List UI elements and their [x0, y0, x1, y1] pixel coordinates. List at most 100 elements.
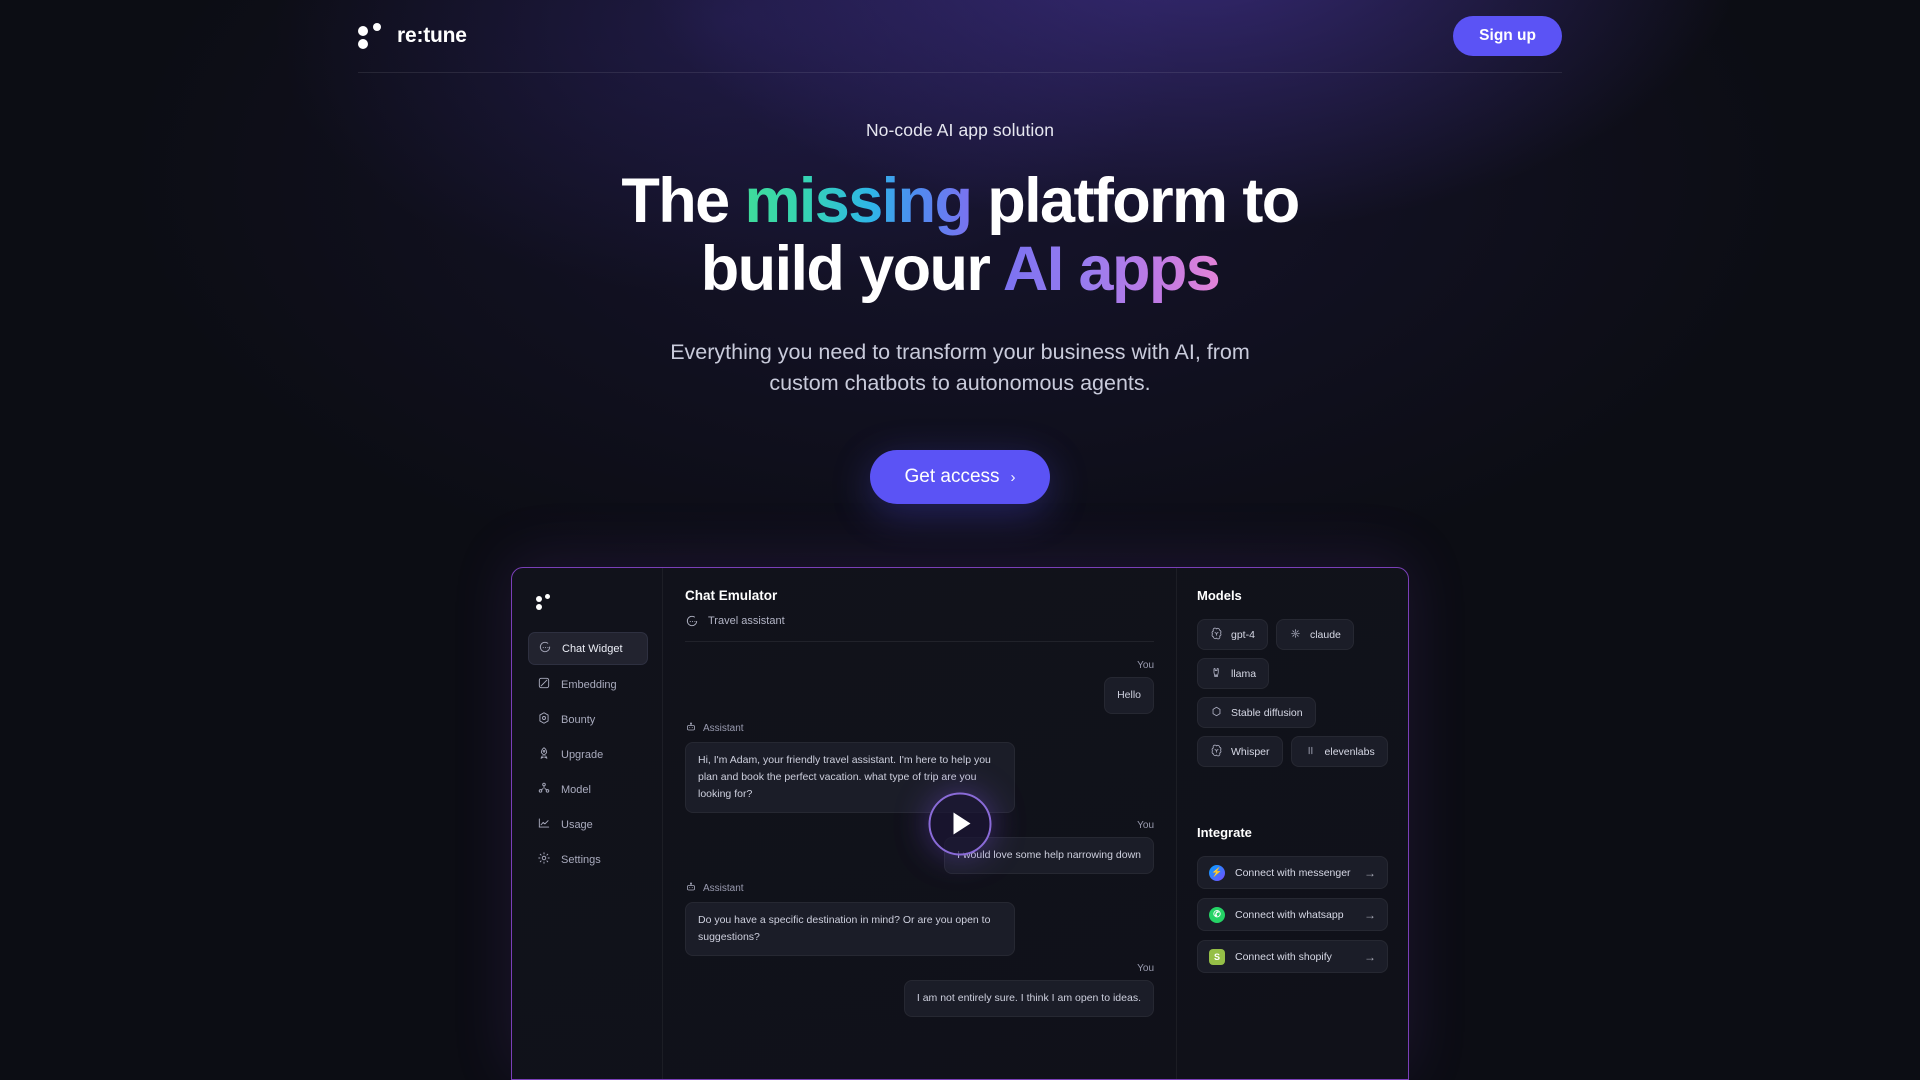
embedding-icon	[537, 676, 551, 693]
messenger-icon: ⚡	[1209, 864, 1225, 881]
hero-section: No-code AI app solution The missing plat…	[0, 120, 1920, 505]
bounty-icon	[537, 711, 551, 728]
robot-icon	[685, 881, 697, 896]
integrate-row-whatsapp[interactable]: ✆ Connect with whatsapp →	[1197, 898, 1388, 931]
hero-eyebrow: No-code AI app solution	[865, 120, 1055, 140]
shopify-icon: S	[1209, 948, 1225, 965]
chevron-right-icon: ›	[1010, 468, 1016, 486]
brand-name: re:tune	[397, 24, 467, 47]
sidebar-item-settings[interactable]: Settings	[528, 844, 648, 875]
sidebar-item-upgrade[interactable]: Upgrade	[528, 739, 648, 770]
integrate-section: Integrate ⚡ Connect with messenger → ✆ Conne…	[1197, 825, 1388, 973]
chat-message-author: Assistant	[685, 721, 1154, 736]
integrate-row-label: Connect with messenger	[1235, 866, 1351, 879]
integrate-title: Integrate	[1197, 825, 1252, 840]
chat-message-author-name: Assistant	[703, 883, 744, 894]
headline-part-2: platform to	[971, 166, 1300, 236]
cta-row: Get access ›	[0, 450, 1920, 505]
rocket-icon	[537, 746, 551, 763]
models-list: gpt-4 claude llama Stable diffusion Whisper e…	[1197, 619, 1388, 767]
chart-line-icon	[537, 816, 551, 833]
retune-dots-logo-icon	[536, 594, 552, 610]
claude-burst-icon	[1289, 627, 1302, 643]
arrow-right-icon: →	[1364, 907, 1376, 922]
get-access-label: Get access	[904, 466, 1000, 488]
chat-message-author: You	[685, 660, 1154, 671]
integrate-list: ⚡ Connect with messenger → ✆ Connect with wh…	[1197, 856, 1388, 973]
model-nodes-icon	[537, 781, 551, 798]
integrate-row-messenger[interactable]: ⚡ Connect with messenger →	[1197, 856, 1388, 889]
chat-emulator-title: Chat Emulator	[685, 588, 778, 603]
preview-sidebar: Chat Widget Embedding Bounty Upgrade Model Us…	[512, 568, 662, 1079]
chat-bubble-icon	[686, 615, 698, 627]
headline-part-1: The	[621, 166, 745, 236]
gear-icon	[537, 851, 551, 868]
sidebar-item-chat-widget[interactable]: Chat Widget	[528, 632, 648, 665]
whatsapp-icon: ✆	[1209, 906, 1225, 923]
llama-icon	[1210, 666, 1223, 682]
hero-subhead: Everything you need to transform your bu…	[0, 337, 1920, 398]
model-chip-label: Whisper	[1231, 745, 1270, 758]
model-chip-llama[interactable]: llama	[1197, 658, 1270, 689]
chat-bubble-icon	[538, 640, 552, 657]
headline-gradient-ai-apps: AI apps	[1002, 234, 1221, 305]
page-title: The missing platform to build your AI ap…	[0, 167, 1920, 303]
chat-message: You I would love some help narrowing down	[685, 820, 1154, 874]
model-chip-whisper[interactable]: Whisper	[1197, 736, 1283, 767]
model-chip-gpt-4[interactable]: gpt-4	[1197, 619, 1268, 650]
hero-subhead-line-1: Everything you need to transform your bu…	[670, 340, 1250, 365]
openai-icon	[1210, 744, 1223, 760]
chat-assistant-name: Travel assistant	[708, 615, 785, 627]
sidebar-item-label: Settings	[561, 853, 601, 866]
preview-right-rail: Models gpt-4 claude llama Stable diffusion W…	[1176, 568, 1408, 1079]
chat-message-bubble: Hello	[1104, 677, 1154, 714]
model-chip-label: elevenlabs	[1324, 745, 1375, 758]
app-preview-card: Chat Widget Embedding Bounty Upgrade Model Us…	[511, 567, 1409, 1080]
sign-up-button[interactable]: Sign up	[1453, 16, 1562, 56]
chat-message-author: You	[685, 820, 1154, 831]
chat-message-author: You	[685, 963, 1154, 974]
elevenlabs-bars-icon	[1304, 744, 1317, 760]
chat-message: You Hello	[685, 660, 1154, 714]
integrate-row-shopify[interactable]: S Connect with shopify →	[1197, 940, 1388, 973]
model-chip-label: claude	[1309, 628, 1341, 641]
hero-subhead-line-2: custom chatbots to autonomous agents.	[769, 370, 1151, 395]
sidebar-item-label: Usage	[561, 818, 593, 831]
chat-message-list: You Hello Assistant Hi, I'm Adam, your frie…	[685, 642, 1154, 1017]
arrow-right-icon: →	[1364, 949, 1376, 964]
stable-diffusion-icon	[1210, 705, 1223, 721]
play-video-button[interactable]	[928, 792, 992, 855]
model-chip-label: gpt-4	[1231, 628, 1255, 641]
integrate-row-label: Connect with shopify	[1235, 950, 1332, 963]
get-access-button[interactable]: Get access ›	[870, 450, 1050, 505]
chat-message: You I am not entirely sure. I think I am …	[685, 963, 1154, 1017]
sidebar-item-bounty[interactable]: Bounty	[528, 704, 648, 735]
model-chip-label: llama	[1231, 667, 1257, 680]
chat-message-author-name: You	[1137, 820, 1154, 831]
chat-message-bubble: I am not entirely sure. I think I am ope…	[903, 980, 1154, 1017]
model-chip-elevenlabs[interactable]: elevenlabs	[1290, 736, 1388, 767]
integrate-row-label: Connect with whatsapp	[1235, 908, 1344, 921]
chat-assistant-header: Travel assistant	[685, 614, 1154, 642]
play-icon	[953, 812, 971, 835]
sidebar-item-usage[interactable]: Usage	[528, 809, 648, 840]
headline-part-3: build your	[700, 234, 1003, 305]
chat-message-author-name: You	[1137, 963, 1154, 974]
robot-icon	[685, 721, 697, 736]
sidebar-item-label: Upgrade	[561, 748, 604, 761]
sidebar-item-label: Bounty	[561, 713, 596, 726]
chat-message: Assistant Do you have a specific destinat…	[685, 881, 1154, 956]
chat-emulator-panel: Chat Emulator Travel assistant You Hello A…	[662, 568, 1176, 1079]
chat-message-author-name: Assistant	[703, 723, 744, 734]
brand-logo[interactable]: re:tune	[358, 23, 467, 49]
sidebar-item-model[interactable]: Model	[528, 774, 648, 805]
chat-message-bubble: Do you have a specific destination in mi…	[685, 902, 1015, 956]
headline-gradient-missing: missing	[744, 166, 972, 236]
model-chip-stable-diffusion[interactable]: Stable diffusion	[1197, 697, 1316, 728]
sidebar-item-label: Embedding	[561, 678, 617, 691]
sidebar-item-label: Model	[561, 783, 591, 796]
sidebar-item-embedding[interactable]: Embedding	[528, 669, 648, 700]
models-title: Models	[1197, 588, 1242, 603]
model-chip-claude[interactable]: claude	[1275, 619, 1354, 650]
openai-icon	[1210, 627, 1223, 643]
